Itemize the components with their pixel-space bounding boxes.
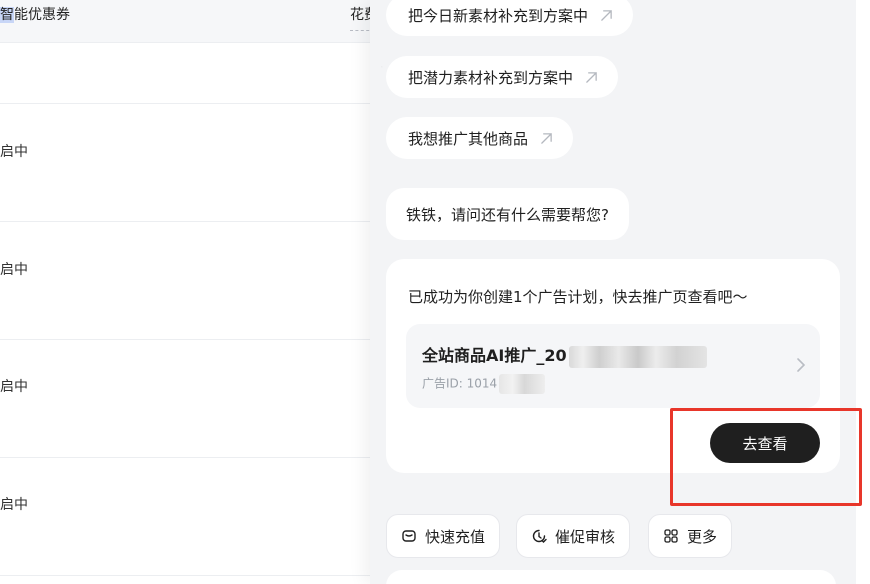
- plan-name-text: 全站商品AI推广_20: [422, 346, 567, 365]
- plan-name: 全站商品AI推广_20: [422, 342, 707, 368]
- redacted-mosaic: [568, 345, 707, 368]
- table-cell-status: 开启中: [0, 262, 28, 278]
- screen: 智能优惠券 花费 开启中 开启中 开启中 开启中 · 把今日新素材补充到方案中 …: [0, 0, 870, 584]
- arrow-up-right-icon: [601, 9, 612, 21]
- table-header: 智能优惠券 花费: [0, 0, 380, 43]
- panel-edge: [856, 0, 870, 584]
- wallet-icon: [402, 530, 416, 542]
- header-highlight: 智: [0, 7, 14, 23]
- redacted-mosaic: [499, 374, 546, 394]
- action-label: 催促审核: [555, 527, 616, 546]
- column-header-coupon[interactable]: 智能优惠券: [0, 4, 70, 24]
- suggestion-chip-new-material[interactable]: 把今日新素材补充到方案中: [386, 0, 634, 36]
- assistant-message: 铁铁，请问还有什么需要帮您?: [386, 188, 629, 240]
- plan-id: 广告ID: 1014: [422, 374, 546, 394]
- row-divider: [0, 575, 372, 576]
- table-cell-status: 开启中: [0, 144, 28, 160]
- action-label: 更多: [687, 527, 718, 546]
- suggestion-label: 我想推广其他商品: [408, 129, 529, 148]
- card-message: 已成功为你创建1个广告计划，快去推广页查看吧～: [408, 288, 748, 306]
- row-divider: [0, 103, 372, 104]
- suggestion-chip-potential-material[interactable]: 把潜力素材补充到方案中: [386, 56, 619, 98]
- header-text: 能优惠券: [14, 7, 70, 23]
- suggestion-label: 把今日新素材补充到方案中: [408, 6, 589, 25]
- suggestion-label: 把潜力素材补充到方案中: [408, 68, 574, 87]
- chevron-right-icon: [797, 358, 806, 372]
- row-divider: [0, 339, 372, 340]
- plan-id-text: 广告ID: 1014: [422, 376, 498, 391]
- view-plan-button[interactable]: 去查看: [710, 423, 820, 463]
- action-more[interactable]: 更多: [648, 514, 733, 558]
- clock-check-icon: [532, 529, 547, 543]
- row-divider: [0, 457, 372, 458]
- ad-plan-item[interactable]: 全站商品AI推广_20 广告ID: 1014: [406, 324, 820, 408]
- action-urge-review[interactable]: 催促审核: [516, 514, 631, 558]
- table-cell-status: 开启中: [0, 497, 28, 513]
- grid-icon: [664, 529, 678, 543]
- row-divider: [0, 221, 372, 222]
- arrow-up-right-icon: [541, 132, 552, 144]
- chat-input-area[interactable]: [386, 570, 836, 584]
- table-cell-status: 开启中: [0, 379, 28, 395]
- suggestion-chip-other-product[interactable]: 我想推广其他商品: [386, 117, 574, 159]
- action-quick-recharge[interactable]: 快速充值: [386, 514, 501, 558]
- arrow-up-right-icon: [586, 71, 597, 83]
- action-label: 快速充值: [425, 527, 486, 546]
